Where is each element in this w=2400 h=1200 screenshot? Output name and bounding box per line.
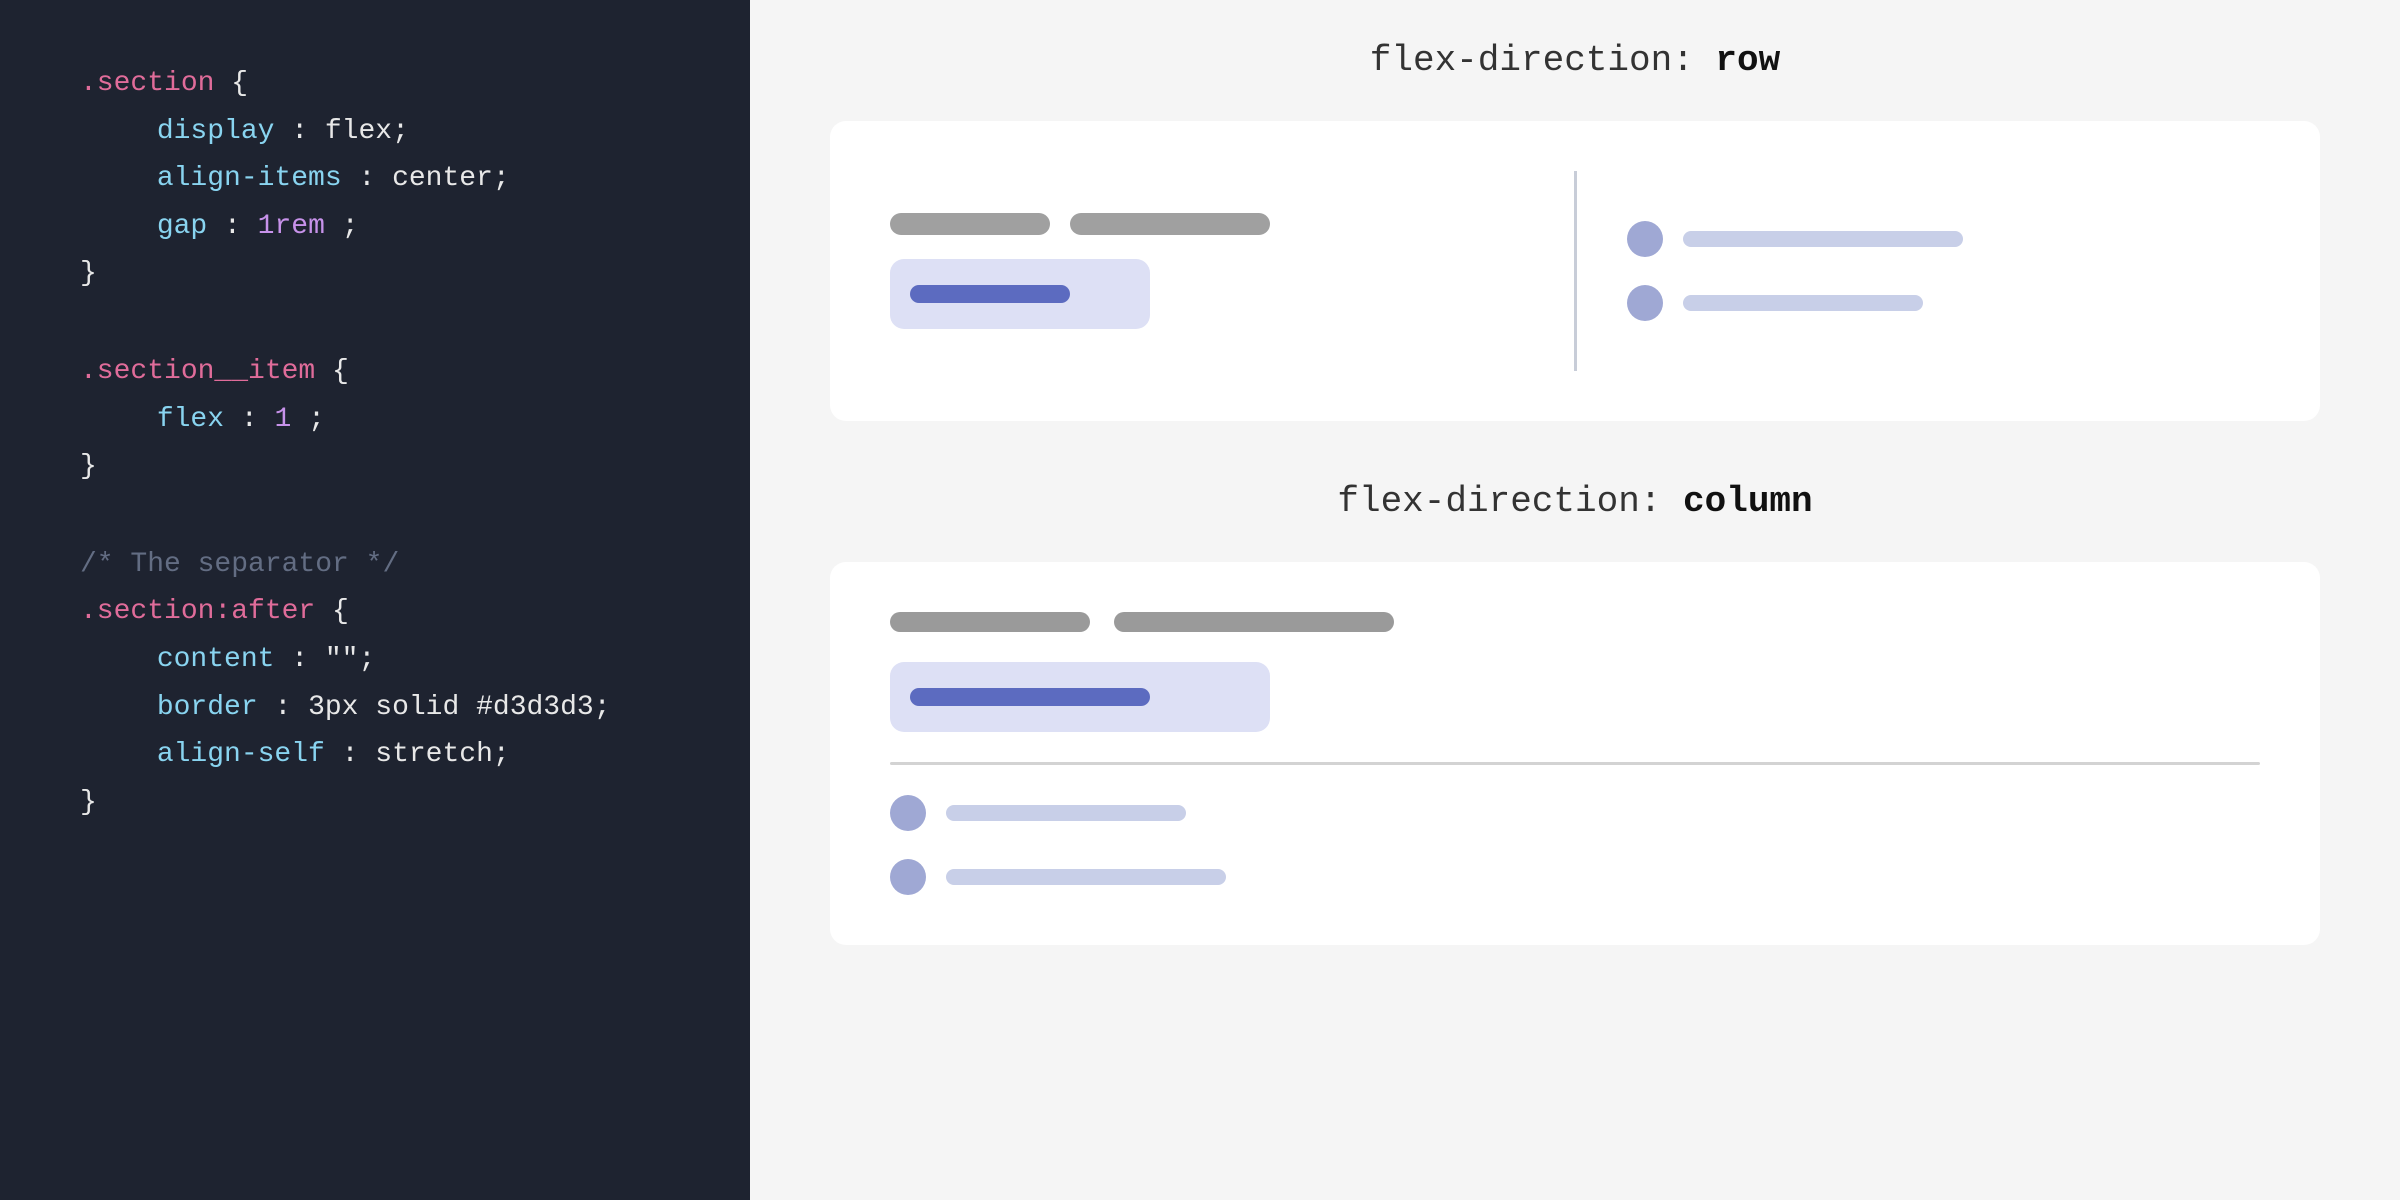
code-section-after: /* The separator */ .section:after { con…: [80, 541, 670, 827]
col-gray-bar-2: [1114, 612, 1394, 632]
code-line-align-self: align-self : stretch;: [80, 731, 670, 779]
brace-close-1: }: [80, 258, 97, 289]
row-left-items: [890, 213, 1524, 329]
col-dot-line-2: [946, 869, 1226, 885]
col-dot-row-1: [890, 795, 2260, 831]
row-title-bold: row: [1715, 40, 1780, 81]
col-top-bars: [890, 612, 2260, 632]
selected-item-row: [890, 259, 1150, 329]
vertical-separator: [1574, 171, 1577, 371]
code-line-align-items: align-items : center;: [80, 155, 670, 203]
prop-border: border: [157, 692, 258, 723]
val-semi-1: ;: [342, 211, 359, 242]
val-flex: flex;: [325, 116, 409, 147]
dot-row-1: [1627, 221, 2261, 257]
code-section-item: .section__item { flex : 1 ; }: [80, 348, 670, 491]
colon-4: :: [241, 404, 275, 435]
colon-7: :: [342, 739, 376, 770]
code-line-brace-1: }: [80, 250, 670, 298]
col-dot-rows: [890, 795, 2260, 895]
row-direction-title: flex-direction: row: [1370, 40, 1780, 81]
selector-section: .section: [80, 68, 214, 99]
dot-1: [1627, 221, 1663, 257]
brace-open: {: [231, 68, 248, 99]
col-dot-1: [890, 795, 926, 831]
blue-inner-bar-row: [910, 285, 1070, 303]
code-editor: .section { display : flex; align-items :…: [80, 60, 670, 826]
right-panel: flex-direction: row: [750, 0, 2400, 1200]
dot-line-1: [1683, 231, 1963, 247]
col-diagram: [830, 562, 2320, 945]
col-selected-item: [890, 662, 1270, 732]
dot-2: [1627, 285, 1663, 321]
col-gray-bar-1: [890, 612, 1090, 632]
code-line-brace-2: }: [80, 443, 670, 491]
colon-1: :: [291, 116, 325, 147]
horizontal-separator: [890, 762, 2260, 765]
code-line-selector-section: .section {: [80, 60, 670, 108]
brace-open-2: {: [332, 356, 349, 387]
row-right-items: [1627, 221, 2261, 321]
val-border: 3px solid #d3d3d3;: [308, 692, 610, 723]
val-empty-string: "";: [325, 644, 375, 675]
prop-content: content: [157, 644, 275, 675]
row-diagram: [830, 121, 2320, 421]
colon-6: :: [274, 692, 308, 723]
colon-5: :: [291, 644, 325, 675]
prop-display: display: [157, 116, 275, 147]
row-title-normal: flex-direction:: [1370, 40, 1716, 81]
comment-separator: /* The separator */: [80, 549, 399, 580]
colon-2: :: [358, 163, 392, 194]
left-panel: .section { display : flex; align-items :…: [0, 0, 750, 1200]
dot-line-2: [1683, 295, 1923, 311]
colon-3: :: [224, 211, 258, 242]
col-title-bold: column: [1683, 481, 1813, 522]
col-title-normal: flex-direction:: [1337, 481, 1683, 522]
selector-item: .section__item: [80, 356, 315, 387]
gray-bar-1: [890, 213, 1050, 235]
prop-align-self: align-self: [157, 739, 325, 770]
dot-row-2: [1627, 285, 2261, 321]
val-center: center;: [392, 163, 510, 194]
prop-align-items: align-items: [157, 163, 342, 194]
col-direction-title: flex-direction: column: [1337, 481, 1812, 522]
val-1rem: 1rem: [258, 211, 325, 242]
code-line-gap: gap : 1rem ;: [80, 203, 670, 251]
code-line-border: border : 3px solid #d3d3d3;: [80, 684, 670, 732]
val-1: 1: [274, 404, 291, 435]
val-semi-2: ;: [308, 404, 325, 435]
brace-open-3: {: [332, 596, 349, 627]
code-line-brace-3: }: [80, 779, 670, 827]
col-dot-row-2: [890, 859, 2260, 895]
selector-after: .section:after: [80, 596, 315, 627]
code-line-selector-item: .section__item {: [80, 348, 670, 396]
code-line-comment: /* The separator */: [80, 541, 670, 589]
code-section-section: .section { display : flex; align-items :…: [80, 60, 670, 298]
code-line-flex: flex : 1 ;: [80, 396, 670, 444]
code-line-display: display : flex;: [80, 108, 670, 156]
gray-bar-2: [1070, 213, 1270, 235]
brace-close-2: }: [80, 451, 97, 482]
row-top-bars: [890, 213, 1524, 235]
col-blue-inner: [910, 688, 1150, 706]
prop-flex: flex: [157, 404, 224, 435]
brace-close-3: }: [80, 787, 97, 818]
col-dot-2: [890, 859, 926, 895]
prop-gap: gap: [157, 211, 207, 242]
val-stretch: stretch;: [375, 739, 509, 770]
code-line-selector-after: .section:after {: [80, 588, 670, 636]
code-line-content: content : "";: [80, 636, 670, 684]
col-dot-line-1: [946, 805, 1186, 821]
